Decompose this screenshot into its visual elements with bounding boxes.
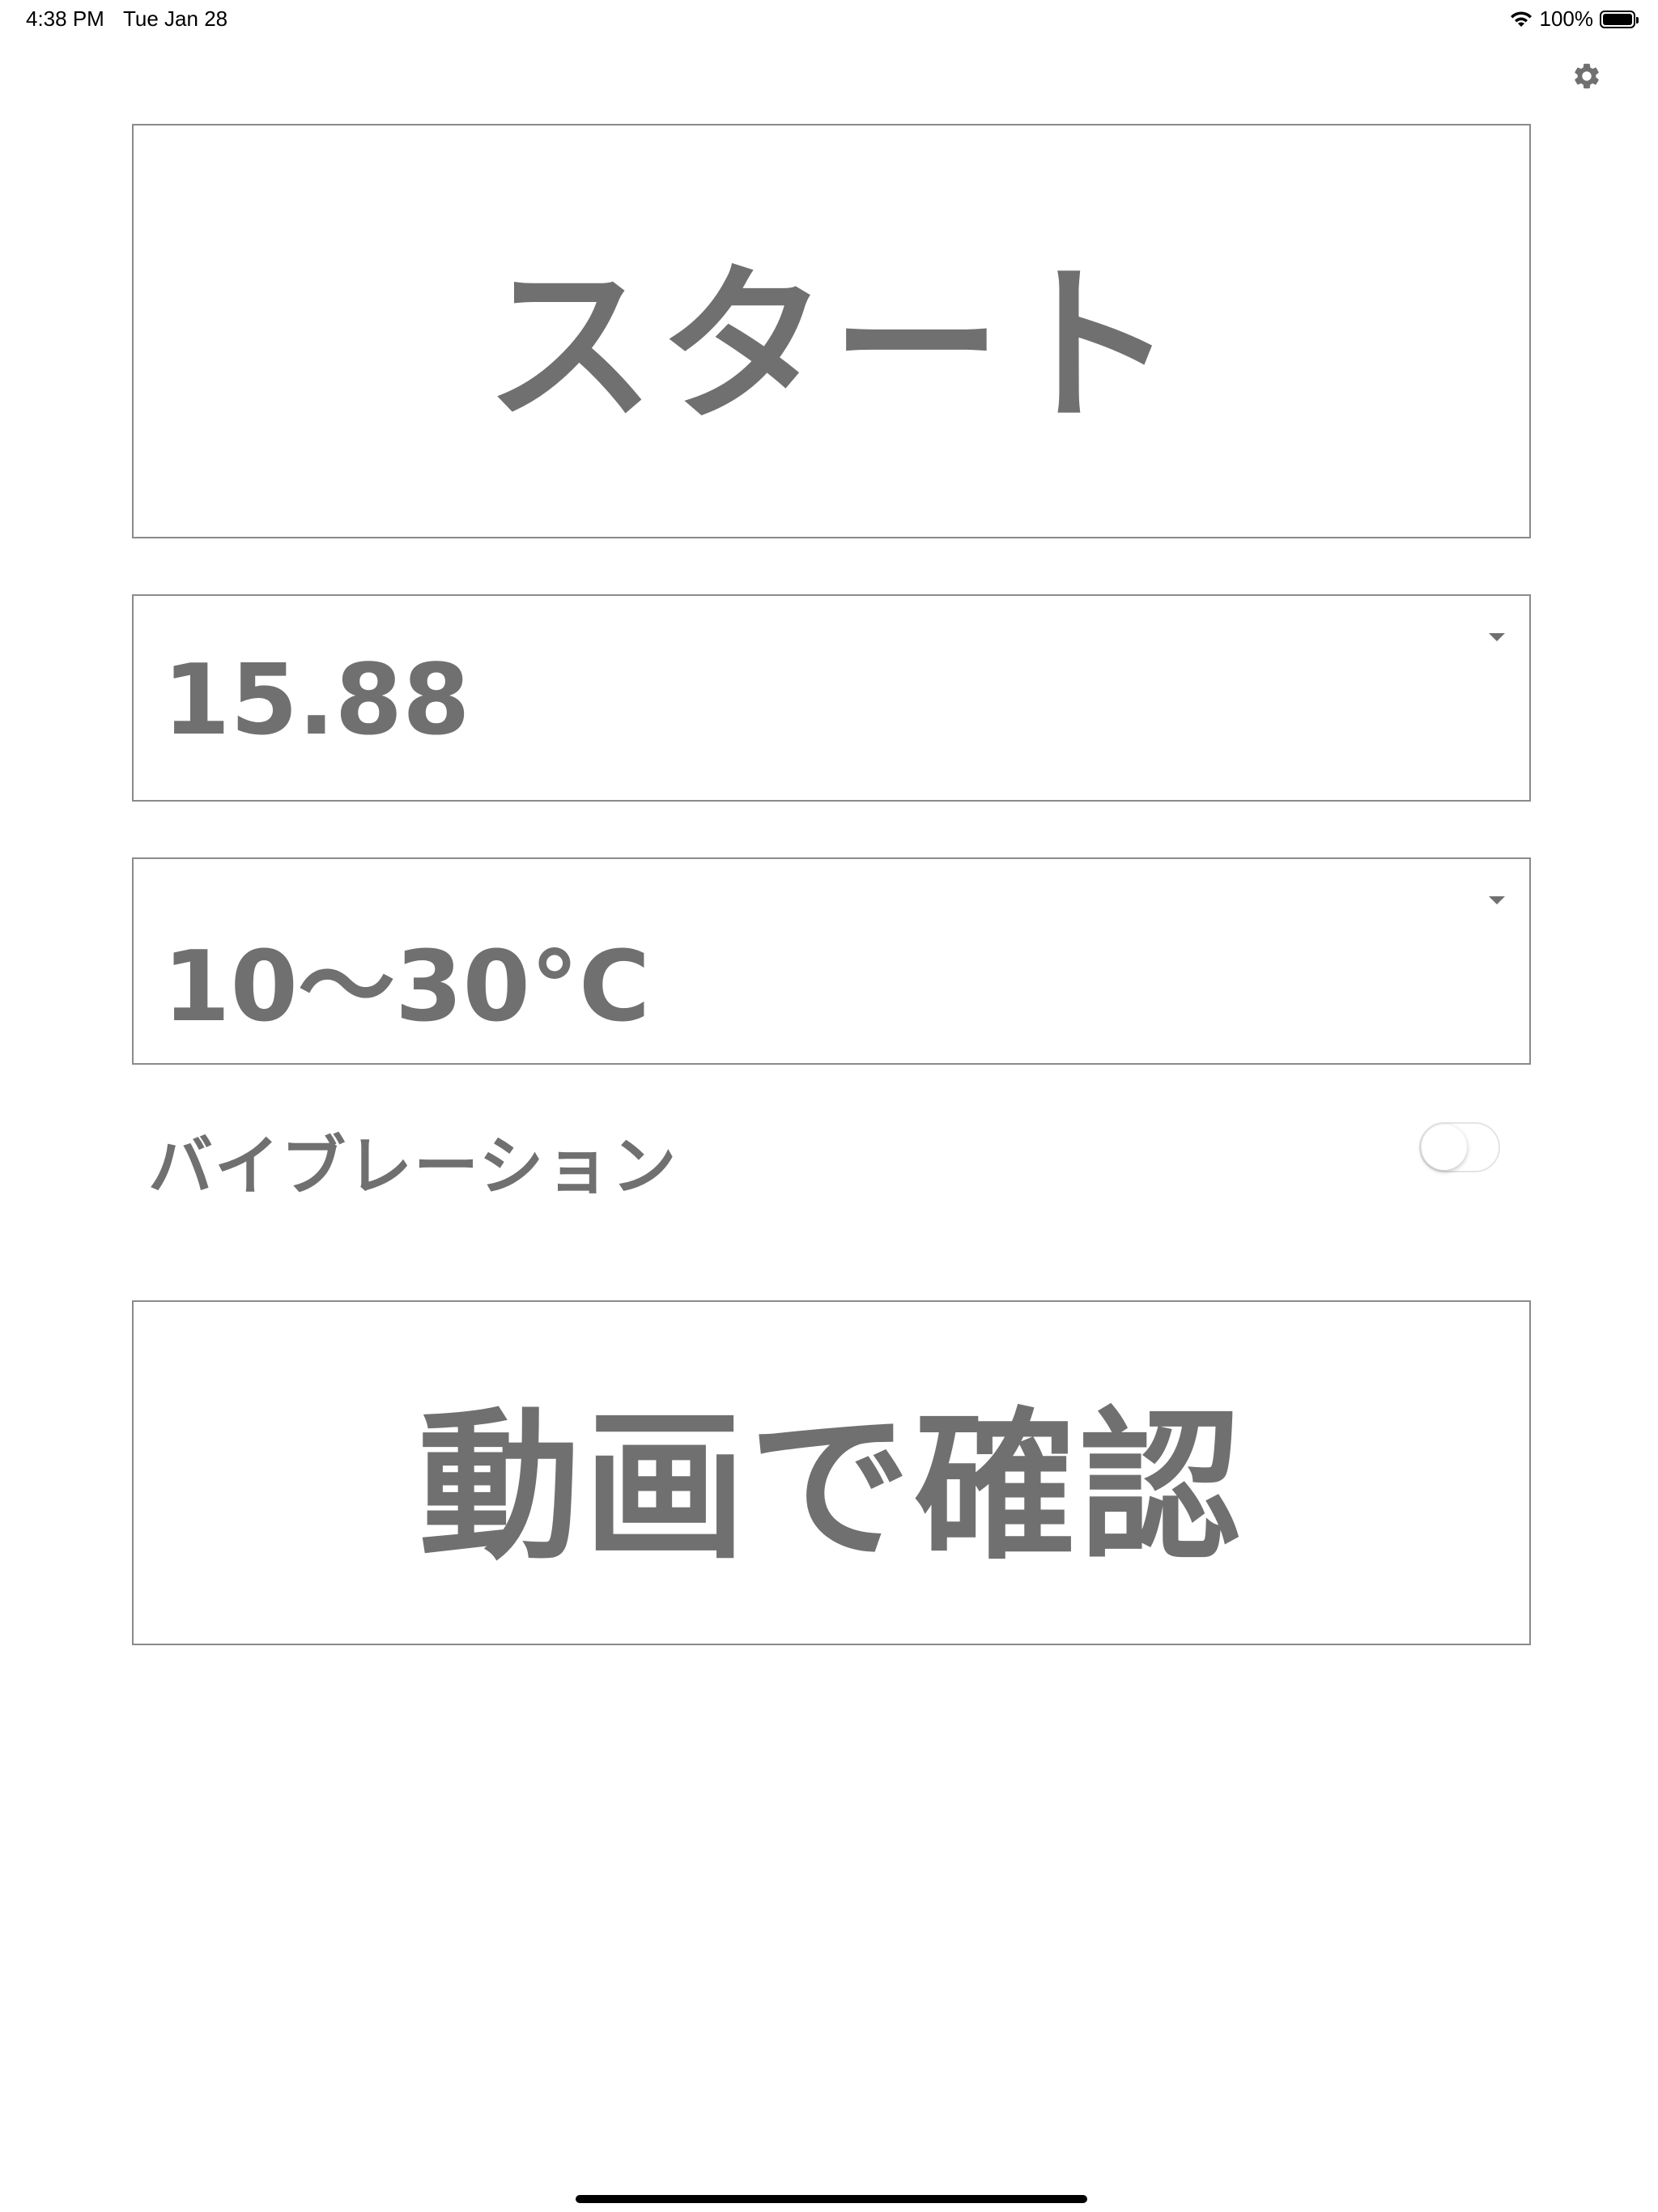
status-bar: 4:38 PM Tue Jan 28 100% [0,0,1658,39]
battery-cap [1636,16,1639,23]
start-button[interactable]: スタート [132,124,1531,538]
battery-icon [1600,10,1639,28]
video-confirm-button[interactable]: 動画で確認 [132,1300,1531,1645]
value-select[interactable]: 15.88 [132,594,1531,802]
battery-percent: 100% [1539,6,1594,31]
value-select-text: 15.88 [163,644,470,757]
status-indicators: 100% [1509,6,1639,32]
status-time: 4:38 PM [26,6,104,31]
dropdown-arrow-icon [1489,896,1505,904]
dropdown-arrow-icon [1489,633,1505,641]
temperature-select-text: 10〜30°C [163,931,651,1044]
vibration-toggle[interactable] [1419,1122,1500,1172]
temperature-select[interactable]: 10〜30°C [132,857,1531,1065]
battery-fill [1603,13,1632,25]
gear-icon [1571,61,1602,95]
settings-button[interactable] [1569,60,1605,96]
wifi-icon [1509,11,1533,28]
video-confirm-button-label: 動画で確認 [418,1393,1244,1582]
toggle-knob [1422,1125,1467,1170]
home-indicator[interactable] [576,2195,1087,2203]
vibration-label: バイブレーション [148,1129,678,1204]
start-button-label: スタート [484,247,1178,445]
status-date: Tue Jan 28 [123,6,228,31]
